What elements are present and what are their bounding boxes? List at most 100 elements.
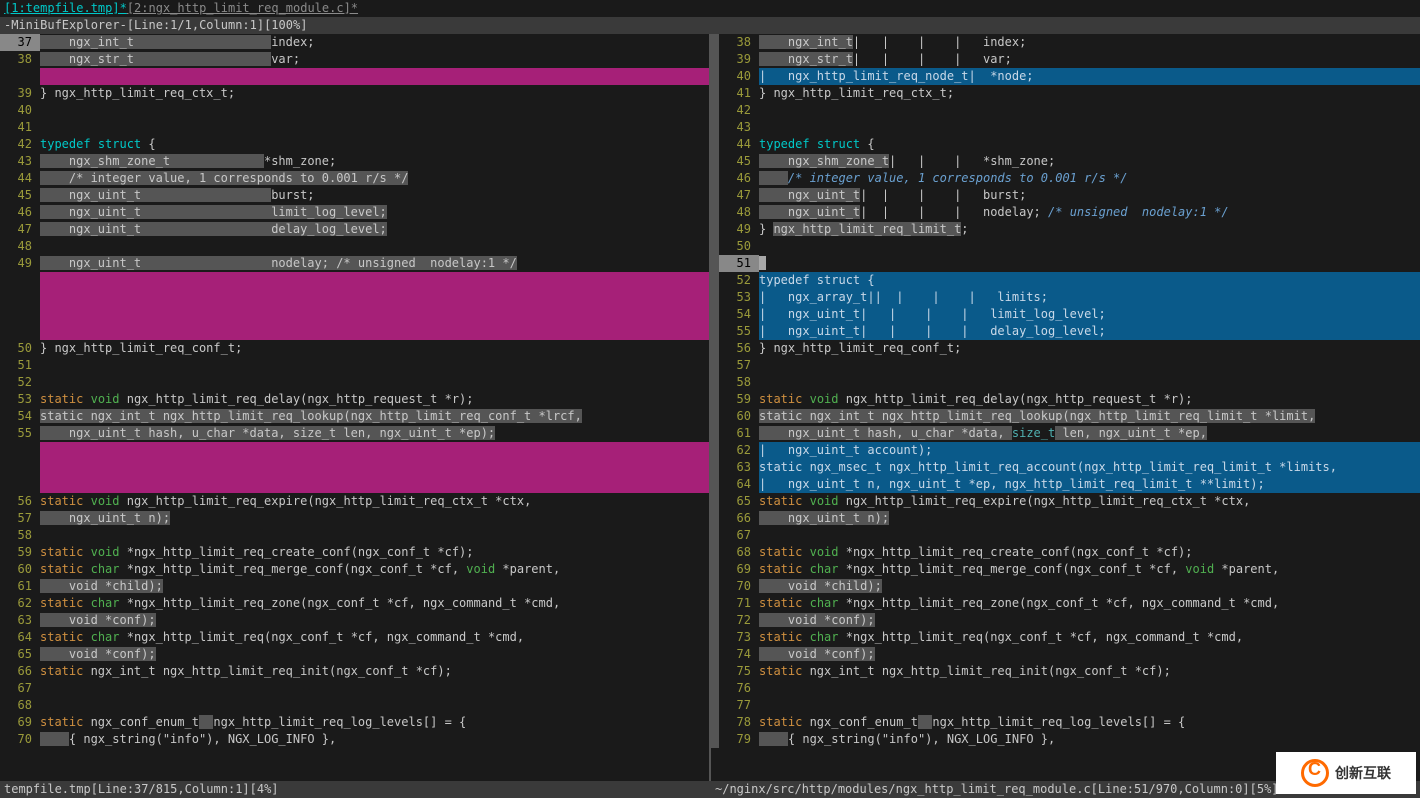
code-line[interactable]: 60static ngx_int_t ngx_http_limit_req_lo… — [711, 408, 1420, 425]
fold-column[interactable] — [711, 697, 719, 714]
code-line[interactable]: 45 ngx_shm_zone_t| | | *shm_zone; — [711, 153, 1420, 170]
fold-column[interactable] — [711, 204, 719, 221]
fold-column[interactable] — [711, 663, 719, 680]
fold-column[interactable] — [711, 646, 719, 663]
right-pane[interactable]: 38 ngx_int_t| | | | index;39 ngx_str_t| … — [711, 34, 1420, 781]
code-line[interactable]: 68static void *ngx_http_limit_req_create… — [711, 544, 1420, 561]
code-line[interactable]: 69static ngx_conf_enum_t ngx_http_limit_… — [0, 714, 709, 731]
code-line[interactable] — [0, 323, 709, 340]
fold-column[interactable] — [711, 612, 719, 629]
code-line[interactable]: 57 ngx_uint_t n); — [0, 510, 709, 527]
fold-column[interactable] — [711, 493, 719, 510]
code-line[interactable]: 49 ngx_uint_t nodelay; /* unsigned nodel… — [0, 255, 709, 272]
code-line[interactable]: 47 ngx_uint_t| | | | burst; — [711, 187, 1420, 204]
fold-column[interactable] — [711, 374, 719, 391]
fold-column[interactable] — [711, 68, 719, 85]
fold-column[interactable] — [711, 221, 719, 238]
code-line[interactable]: 66 ngx_uint_t n); — [711, 510, 1420, 527]
fold-column[interactable] — [711, 595, 719, 612]
fold-column[interactable] — [711, 408, 719, 425]
fold-column[interactable] — [711, 306, 719, 323]
code-line[interactable]: 50} ngx_http_limit_req_conf_t; — [0, 340, 709, 357]
fold-column[interactable] — [711, 255, 719, 272]
fold-column[interactable] — [711, 544, 719, 561]
code-line[interactable]: 45 ngx_uint_t burst; — [0, 187, 709, 204]
code-line[interactable]: 38 ngx_str_t var; — [0, 51, 709, 68]
code-line[interactable]: 78static ngx_conf_enum_t ngx_http_limit_… — [711, 714, 1420, 731]
code-line[interactable]: 42typedef struct { — [0, 136, 709, 153]
fold-column[interactable] — [711, 340, 719, 357]
code-line[interactable]: 54static ngx_int_t ngx_http_limit_req_lo… — [0, 408, 709, 425]
fold-column[interactable] — [711, 510, 719, 527]
code-line[interactable]: 47 ngx_uint_t delay_log_level; — [0, 221, 709, 238]
code-line[interactable]: 48 ngx_uint_t| | | | nodelay; /* unsigne… — [711, 204, 1420, 221]
fold-column[interactable] — [711, 170, 719, 187]
code-line[interactable]: 39} ngx_http_limit_req_ctx_t; — [0, 85, 709, 102]
fold-column[interactable] — [711, 561, 719, 578]
code-line[interactable]: 58 — [711, 374, 1420, 391]
code-line[interactable]: 68 — [0, 697, 709, 714]
code-line[interactable]: 58 — [0, 527, 709, 544]
code-line[interactable]: 72 void *conf); — [711, 612, 1420, 629]
code-line[interactable]: 65 void *conf); — [0, 646, 709, 663]
fold-column[interactable] — [711, 425, 719, 442]
fold-column[interactable] — [711, 357, 719, 374]
code-line[interactable]: 76 — [711, 680, 1420, 697]
code-line[interactable]: 53static void ngx_http_limit_req_delay(n… — [0, 391, 709, 408]
code-line[interactable]: 59static void *ngx_http_limit_req_create… — [0, 544, 709, 561]
code-line[interactable]: 65static void ngx_http_limit_req_expire(… — [711, 493, 1420, 510]
code-line[interactable]: 46 /* integer value, 1 corresponds to 0.… — [711, 170, 1420, 187]
fold-column[interactable] — [711, 391, 719, 408]
buffer-tabline[interactable]: [1:tempfile.tmp]*[2:ngx_http_limit_req_m… — [0, 0, 1420, 17]
code-line[interactable] — [0, 68, 709, 85]
code-line[interactable]: 63static ngx_msec_t ngx_http_limit_req_a… — [711, 459, 1420, 476]
code-line[interactable]: 79 { ngx_string("info"), NGX_LOG_INFO }, — [711, 731, 1420, 748]
fold-column[interactable] — [711, 136, 719, 153]
code-line[interactable]: 67 — [711, 527, 1420, 544]
code-line[interactable]: 41} ngx_http_limit_req_ctx_t; — [711, 85, 1420, 102]
code-line[interactable]: 75static ngx_int_t ngx_http_limit_req_in… — [711, 663, 1420, 680]
code-line[interactable]: 77 — [711, 697, 1420, 714]
code-line[interactable]: 52typedef struct { — [711, 272, 1420, 289]
tab-1[interactable]: [1:tempfile.tmp]* — [4, 1, 127, 15]
code-line[interactable]: 55 ngx_uint_t hash, u_char *data, size_t… — [0, 425, 709, 442]
code-line[interactable]: 51 — [0, 357, 709, 374]
fold-column[interactable] — [711, 119, 719, 136]
code-line[interactable]: 64| ngx_uint_t n, ngx_uint_t *ep, ngx_ht… — [711, 476, 1420, 493]
fold-column[interactable] — [711, 289, 719, 306]
code-line[interactable]: 40 — [0, 102, 709, 119]
code-line[interactable]: 56} ngx_http_limit_req_conf_t; — [711, 340, 1420, 357]
code-line[interactable]: 69static char *ngx_http_limit_req_merge_… — [711, 561, 1420, 578]
code-line[interactable]: 71static char *ngx_http_limit_req_zone(n… — [711, 595, 1420, 612]
fold-column[interactable] — [711, 34, 719, 51]
code-line[interactable] — [0, 289, 709, 306]
code-line[interactable]: 56static void ngx_http_limit_req_expire(… — [0, 493, 709, 510]
code-line[interactable] — [0, 442, 709, 459]
code-line[interactable]: 43 ngx_shm_zone_t *shm_zone; — [0, 153, 709, 170]
code-line[interactable]: 44typedef struct { — [711, 136, 1420, 153]
fold-column[interactable] — [711, 578, 719, 595]
code-line[interactable]: 67 — [0, 680, 709, 697]
fold-column[interactable] — [711, 187, 719, 204]
code-line[interactable]: 73static char *ngx_http_limit_req(ngx_co… — [711, 629, 1420, 646]
fold-column[interactable] — [711, 680, 719, 697]
code-line[interactable]: 66static ngx_int_t ngx_http_limit_req_in… — [0, 663, 709, 680]
code-line[interactable]: 38 ngx_int_t| | | | index; — [711, 34, 1420, 51]
code-line[interactable]: 63 void *conf); — [0, 612, 709, 629]
code-line[interactable]: 70 { ngx_string("info"), NGX_LOG_INFO }, — [0, 731, 709, 748]
fold-column[interactable] — [711, 153, 719, 170]
code-line[interactable]: 60static char *ngx_http_limit_req_merge_… — [0, 561, 709, 578]
fold-column[interactable] — [711, 442, 719, 459]
code-line[interactable]: 70 void *child); — [711, 578, 1420, 595]
tab-2[interactable]: [2:ngx_http_limit_req_module.c]* — [127, 1, 358, 15]
code-line[interactable]: 74 void *conf); — [711, 646, 1420, 663]
code-line[interactable]: 44 /* integer value, 1 corresponds to 0.… — [0, 170, 709, 187]
code-line[interactable]: 62static char *ngx_http_limit_req_zone(n… — [0, 595, 709, 612]
code-line[interactable]: 62| ngx_uint_t account); — [711, 442, 1420, 459]
fold-column[interactable] — [711, 272, 719, 289]
code-line[interactable] — [0, 272, 709, 289]
code-line[interactable]: 59static void ngx_http_limit_req_delay(n… — [711, 391, 1420, 408]
fold-column[interactable] — [711, 85, 719, 102]
code-line[interactable] — [0, 476, 709, 493]
code-line[interactable]: 61 ngx_uint_t hash, u_char *data, size_t… — [711, 425, 1420, 442]
